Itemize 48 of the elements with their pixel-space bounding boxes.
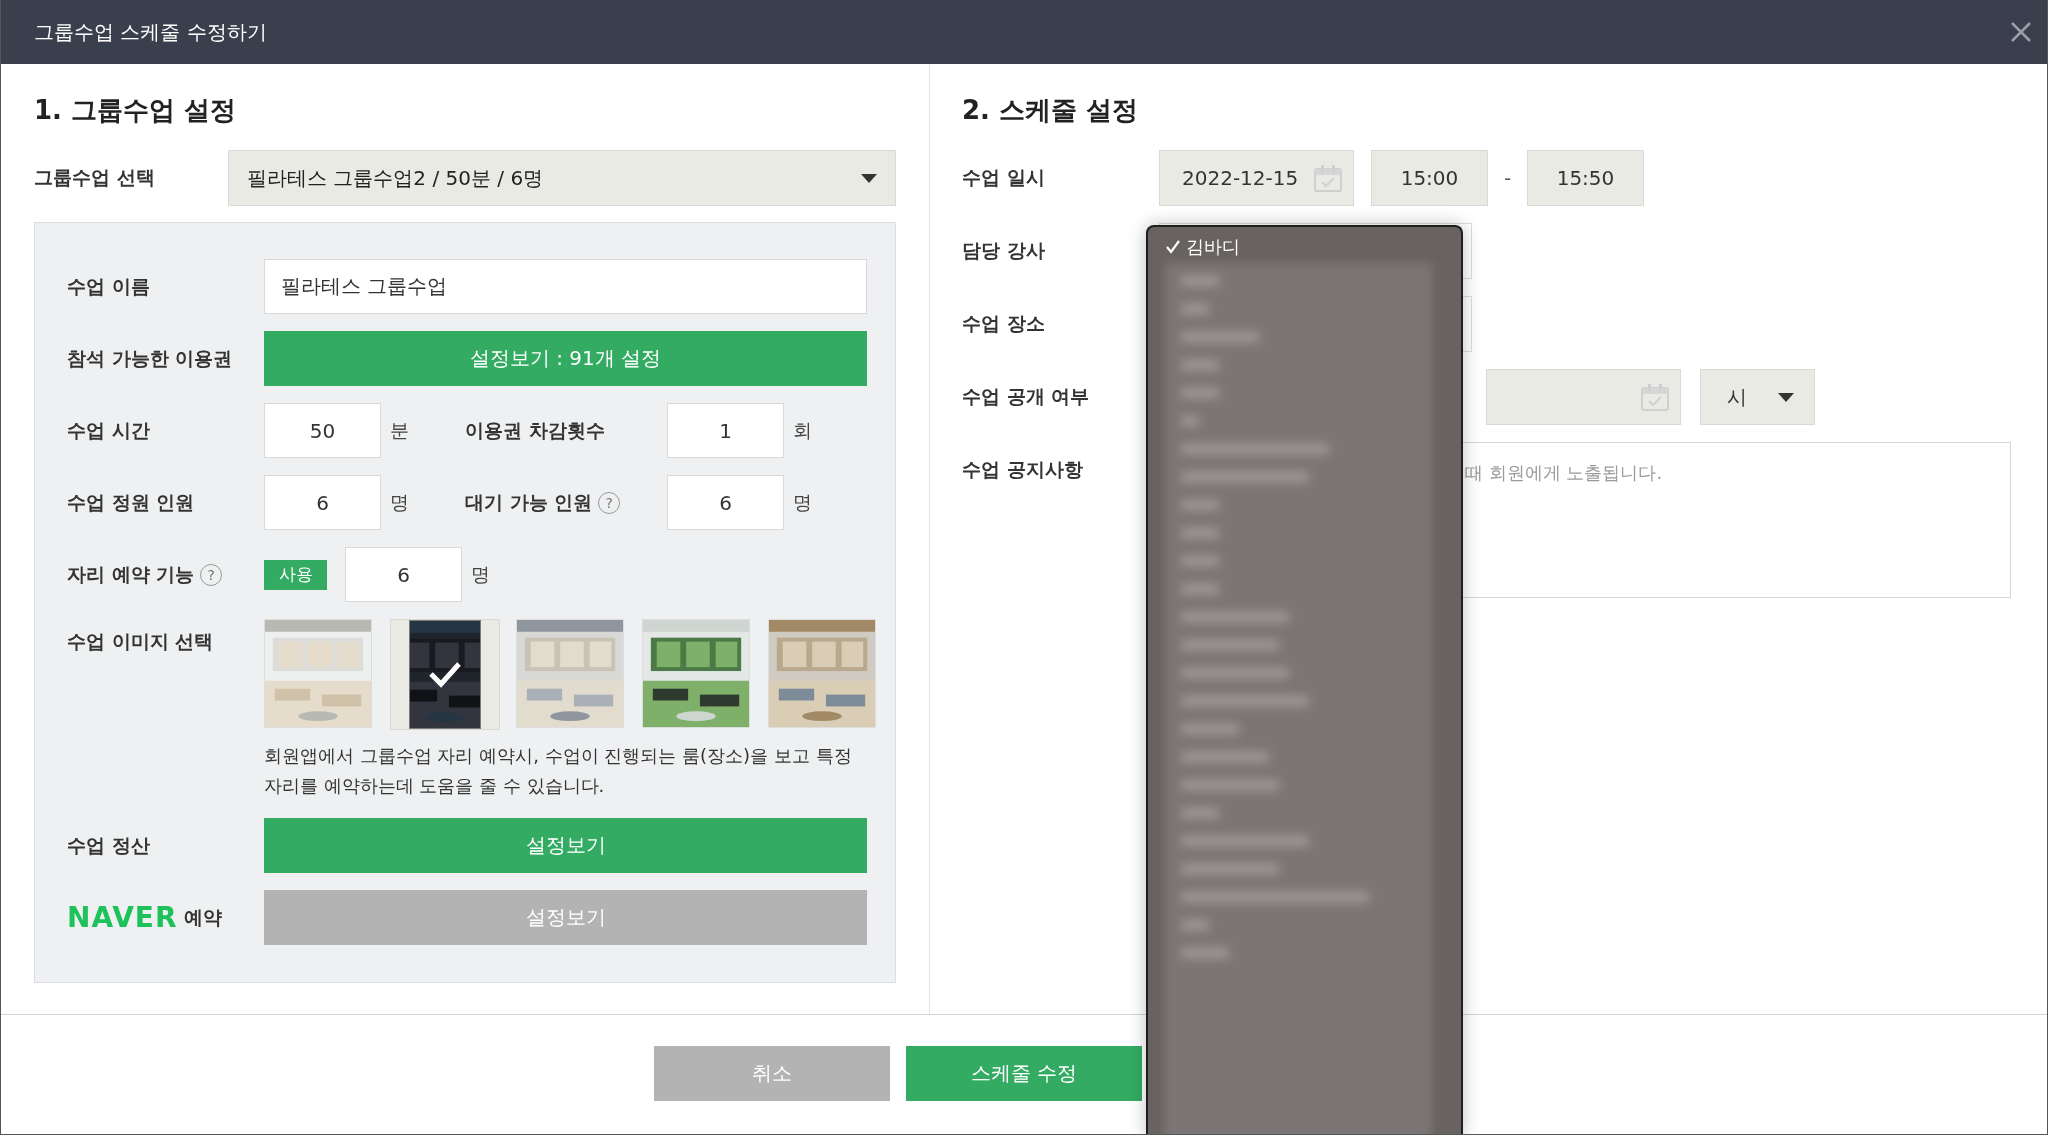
class-select[interactable]: 필라테스 그룹수업2 / 50분 / 6명 (228, 150, 896, 206)
section-heading: 1. 그룹수업 설정 (34, 93, 238, 127)
input-field[interactable]: 1 (667, 403, 784, 458)
brand-logo: NAVER (67, 901, 178, 934)
caret-icon (1778, 392, 1794, 402)
unit-label: 명 (471, 561, 490, 587)
field-label: 수업 이미지 선택 (67, 629, 215, 654)
field-label: 수업 공개 여부 (962, 384, 1091, 409)
separator-text: - (1502, 166, 1513, 190)
input-field[interactable]: 6 (667, 475, 784, 530)
time-field[interactable]: 15:50 (1527, 150, 1644, 206)
hour-select[interactable]: 시 (1700, 369, 1815, 425)
caret-icon (861, 173, 877, 183)
field-label: 수업 장소 (962, 311, 1046, 336)
unit-label: 명 (793, 489, 812, 515)
section-heading: 2. 스케줄 설정 (962, 93, 1140, 127)
field-label: 담당 강사 (962, 238, 1046, 263)
window-title: 그룹수업 스케줄 수정하기 (34, 18, 267, 46)
help-text: 회원앱에서 그룹수업 자리 예약시, 수업이 진행되는 룸(장소)을 보고 특정 자리를 예약하는데 도움을 줄 수 있습니다. (264, 744, 853, 798)
date-field[interactable]: 2022-12-15 (1159, 150, 1354, 206)
field-label: 수업 이름 (67, 273, 151, 299)
input-field[interactable]: 6 (345, 547, 462, 602)
close-icon[interactable] (2009, 20, 2033, 44)
field-label: 수업 일시 (962, 165, 1046, 190)
menu-item[interactable]: 김바디 (1164, 235, 1461, 259)
field-label: 수업 정원 인원 (67, 489, 196, 515)
input-field[interactable]: 필라테스 그룹수업 (264, 259, 867, 314)
instructor-menu[interactable]: 김바디 (1146, 225, 1463, 1134)
calendar-icon (1313, 163, 1343, 193)
field-label: 수업 공지사항 (962, 457, 1084, 482)
check-icon (429, 660, 461, 688)
check-icon (1166, 240, 1180, 254)
unit-label: 회 (793, 417, 812, 443)
field-label: 이용권 차감횟수 (465, 417, 605, 443)
field-label: 수업 정산 (67, 832, 151, 858)
input-field[interactable]: 6 (264, 475, 381, 530)
field-label: 참석 가능한 이용권 (67, 345, 234, 371)
time-field[interactable]: 15:00 (1371, 150, 1488, 206)
field-label: 자리 예약 기능 (67, 561, 195, 587)
field-label: 대기 가능 인원 (465, 489, 593, 515)
calendar-icon (1640, 382, 1670, 412)
field-label: 그룹수업 선택 (34, 165, 155, 190)
unit-label: 분 (390, 417, 410, 443)
field-label: 예약 (183, 904, 222, 930)
input-field[interactable]: 50 (264, 403, 381, 458)
date-field[interactable] (1486, 369, 1681, 425)
field-label: 수업 시간 (67, 417, 151, 443)
unit-label: 명 (390, 489, 410, 515)
